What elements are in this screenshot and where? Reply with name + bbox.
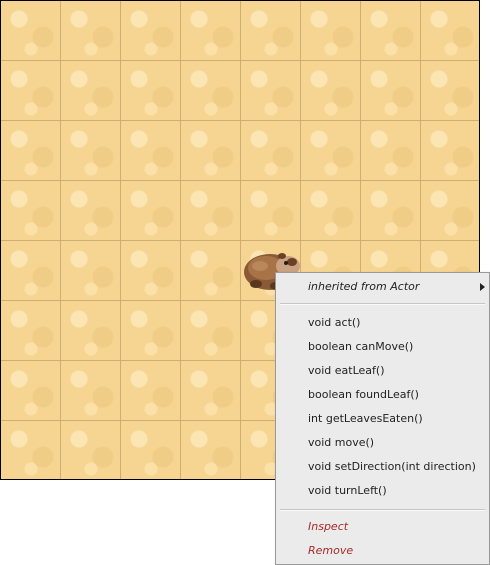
menu-item-act[interactable]: void act() (308, 313, 360, 333)
menu-item-eat-leaf[interactable]: void eatLeaf() (308, 361, 385, 381)
menu-item-found-leaf[interactable]: boolean foundLeaf() (308, 385, 419, 405)
menu-item-inherited-from-actor[interactable]: inherited from Actor (308, 277, 419, 297)
context-menu: inherited from Actor void act() boolean … (275, 272, 490, 565)
chevron-right-icon (480, 283, 485, 291)
menu-item-get-leaves-eaten[interactable]: int getLeavesEaten() (308, 409, 423, 429)
menu-separator (280, 303, 485, 305)
menu-separator (280, 509, 485, 511)
menu-item-can-move[interactable]: boolean canMove() (308, 337, 413, 357)
menu-item-label: inherited from Actor (308, 280, 420, 293)
menu-item-set-direction[interactable]: void setDirection(int direction) (308, 457, 476, 477)
menu-item-inspect[interactable]: Inspect (308, 517, 348, 537)
menu-item-remove[interactable]: Remove (308, 541, 353, 561)
menu-item-turn-left[interactable]: void turnLeft() (308, 481, 387, 501)
menu-item-move[interactable]: void move() (308, 433, 374, 453)
